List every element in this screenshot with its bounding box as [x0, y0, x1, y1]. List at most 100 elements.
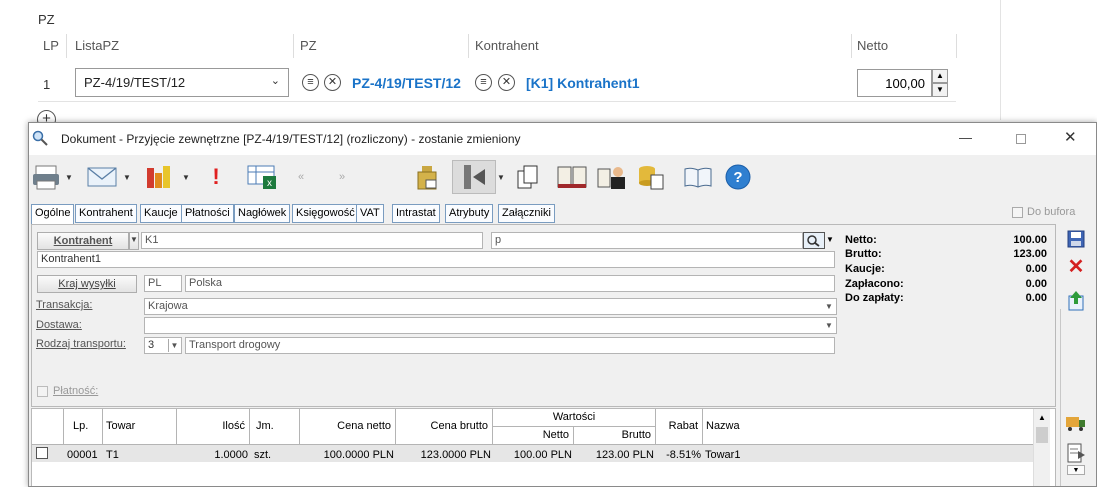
- col-lp-header: LP: [43, 38, 59, 53]
- tab-intrastat[interactable]: Intrastat: [392, 204, 440, 223]
- chevron-down-icon[interactable]: ▼: [123, 160, 131, 194]
- open-book-icon[interactable]: [681, 160, 715, 194]
- scroll-thumb[interactable]: [1036, 427, 1048, 443]
- listapz-select[interactable]: PZ-4/19/TEST/12 ⌄: [75, 68, 289, 97]
- kontrahent-code-field[interactable]: K1: [141, 232, 483, 249]
- truck-icon[interactable]: [1064, 411, 1088, 435]
- search-icon[interactable]: [803, 232, 825, 249]
- col-separator: [293, 34, 294, 58]
- next-record-icon[interactable]: »: [335, 160, 349, 194]
- summary-kaucje-label: Kaucje:: [845, 263, 885, 275]
- chevron-down-icon[interactable]: ▼: [1067, 465, 1085, 475]
- tab-kaucje[interactable]: Kaucje: [140, 204, 182, 223]
- bar-chart-icon[interactable]: [141, 160, 177, 194]
- col-ilosc-header[interactable]: Ilość: [177, 409, 250, 445]
- kraj-name-field[interactable]: Polska: [185, 275, 835, 292]
- tab-vat[interactable]: VAT: [356, 204, 384, 223]
- col-wartosc-netto-header[interactable]: Netto: [493, 427, 574, 445]
- list-icon[interactable]: ≡: [475, 74, 492, 91]
- col-towar-header[interactable]: Towar: [103, 409, 177, 445]
- weights-icon[interactable]: [412, 160, 442, 194]
- row-checkbox[interactable]: [36, 447, 48, 459]
- back-arrow-icon[interactable]: [452, 160, 496, 194]
- dostawa-label: Dostawa:: [36, 319, 82, 331]
- col-select-header: [32, 409, 64, 445]
- col-wartosc-brutto-header[interactable]: Brutto: [574, 427, 656, 445]
- col-cena-netto-header[interactable]: Cena netto: [300, 409, 396, 445]
- cancel-icon[interactable]: ✕: [1064, 254, 1088, 278]
- kontrahent-button[interactable]: Kontrahent: [37, 232, 129, 250]
- chevron-down-icon[interactable]: ▼: [182, 160, 190, 194]
- summary-zaplacono-value: 0.00: [1025, 278, 1047, 290]
- approve-icon[interactable]: [1064, 289, 1088, 313]
- transakcja-select[interactable]: Krajowa ▼: [144, 298, 837, 315]
- maximize-button[interactable]: [1016, 134, 1026, 144]
- platnosc-checkbox[interactable]: [37, 386, 48, 397]
- email-icon[interactable]: [84, 160, 120, 194]
- chevron-down-icon[interactable]: ▼: [65, 160, 73, 194]
- tab-kontrahent[interactable]: Kontrahent: [75, 204, 137, 223]
- kontrahent-link[interactable]: [K1] Kontrahent1: [526, 75, 640, 91]
- rodzaj-transportu-name[interactable]: Transport drogowy: [185, 337, 835, 354]
- table-scrollbar[interactable]: ▲: [1033, 409, 1050, 486]
- rodzaj-code: 3: [148, 339, 155, 351]
- kontrahent-name-field[interactable]: Kontrahent1: [37, 251, 835, 268]
- kontrahent-search-field[interactable]: p: [491, 232, 803, 249]
- listapz-value: PZ-4/19/TEST/12: [84, 75, 186, 90]
- scroll-up-icon[interactable]: ▲: [1036, 411, 1048, 425]
- tab-zalaczniki[interactable]: Załączniki: [498, 204, 555, 223]
- help-icon[interactable]: ?: [723, 160, 753, 194]
- exclamation-icon[interactable]: !: [205, 160, 227, 194]
- cell-lp: 00001: [67, 449, 98, 461]
- col-lp-header[interactable]: Lp.: [64, 409, 103, 445]
- side-divider: [1060, 309, 1061, 486]
- do-bufora-checkbox[interactable]: [1012, 207, 1023, 218]
- col-nazwa-header[interactable]: Nazwa: [703, 409, 1033, 445]
- spin-down-button[interactable]: ▼: [932, 83, 948, 97]
- minimize-button[interactable]: —: [959, 130, 972, 145]
- tab-naglowek[interactable]: Nagłówek: [234, 204, 291, 223]
- rodzaj-transportu-select[interactable]: 3 ▼: [144, 337, 182, 354]
- col-jm-header[interactable]: Jm.: [250, 409, 300, 445]
- copy-document-icon[interactable]: [513, 160, 543, 194]
- first-record-icon[interactable]: «: [294, 160, 308, 194]
- kraj-wysylki-button[interactable]: Kraj wysyłki: [37, 275, 137, 293]
- clear-icon[interactable]: ✕: [324, 74, 341, 91]
- netto-input[interactable]: 100,00: [857, 69, 932, 97]
- dostawa-select[interactable]: ▼: [144, 317, 837, 334]
- save-icon[interactable]: [1064, 227, 1088, 251]
- clear-icon[interactable]: ✕: [498, 74, 515, 91]
- grid-right-border: [1000, 0, 1001, 120]
- tab-ogolne[interactable]: Ogólne: [31, 204, 75, 225]
- col-kontrahent-header: Kontrahent: [475, 38, 539, 53]
- pz-document-link[interactable]: PZ-4/19/TEST/12: [352, 75, 461, 91]
- section-title: PZ: [38, 12, 55, 27]
- kraj-code-field[interactable]: PL: [144, 275, 182, 292]
- tab-atrybuty[interactable]: Atrybuty: [445, 204, 494, 223]
- chevron-down-icon[interactable]: ▼: [497, 160, 505, 194]
- tab-ksiegowosc[interactable]: Księgowość: [292, 204, 359, 223]
- chevron-down-icon[interactable]: ▼: [129, 232, 139, 250]
- col-cena-brutto-header[interactable]: Cena brutto: [396, 409, 493, 445]
- col-rabat-header[interactable]: Rabat: [656, 409, 703, 445]
- summary-netto-value: 100.00: [1013, 234, 1047, 246]
- col-separator: [468, 34, 469, 58]
- magnifier-icon: [32, 130, 48, 146]
- cell-nazwa: Towar1: [705, 449, 741, 461]
- database-coins-icon[interactable]: [634, 160, 668, 194]
- excel-export-icon[interactable]: x: [242, 160, 282, 194]
- summary-do-zaplaty-label: Do zapłaty:: [845, 292, 904, 304]
- summary-do-zaplaty-value: 0.00: [1025, 292, 1047, 304]
- rodzaj-transportu-label: Rodzaj transportu:: [36, 338, 126, 350]
- document-dialog: Dokument - Przyjęcie zewnętrzne [PZ-4/19…: [28, 122, 1097, 487]
- tab-platnosci[interactable]: Płatności: [181, 204, 234, 223]
- list-icon[interactable]: ≡: [302, 74, 319, 91]
- book-icon[interactable]: [554, 160, 590, 194]
- row-lp: 1: [43, 77, 51, 92]
- book-person-icon[interactable]: [595, 160, 629, 194]
- printer-icon[interactable]: [29, 160, 63, 194]
- spin-up-button[interactable]: ▲: [932, 69, 948, 83]
- chevron-down-icon[interactable]: ▼: [826, 235, 834, 244]
- close-button[interactable]: ✕: [1064, 128, 1077, 146]
- document-export-icon[interactable]: [1064, 441, 1088, 465]
